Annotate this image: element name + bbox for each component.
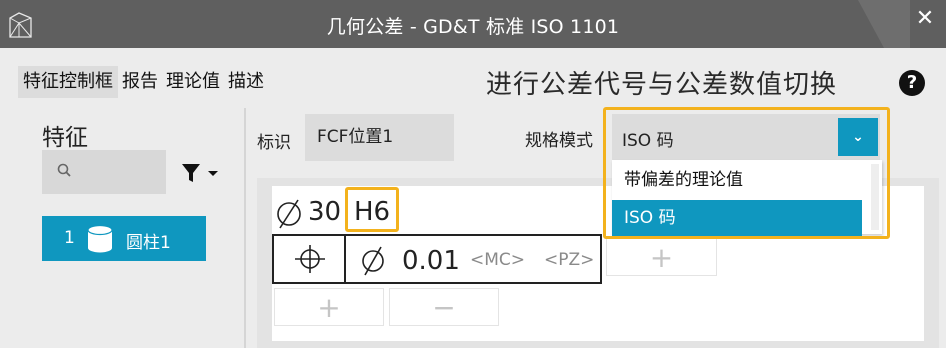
fit-code-highlight <box>345 187 399 232</box>
feature-list-item[interactable]: 1 圆柱1 <box>42 216 206 261</box>
add-segment-button[interactable]: + <box>606 238 717 276</box>
main-tabs: 特征控制框 报告 理论值 描述 <box>18 66 268 98</box>
help-icon[interactable]: ? <box>899 70 925 96</box>
tolerance-value[interactable]: 0.01 <box>402 246 460 276</box>
modifier-mc[interactable]: <MC> <box>470 250 525 270</box>
tab-report[interactable]: 报告 <box>118 66 162 98</box>
dimension-value: 30 <box>308 197 342 227</box>
features-panel: 特征 1 圆柱1 <box>0 108 246 348</box>
page-heading: 进行公差代号与公差数值切换 <box>486 70 838 100</box>
title-bar-corner-decoration <box>858 0 910 48</box>
identifier-label: 标识 <box>257 133 291 153</box>
feature-search-input[interactable] <box>42 150 166 194</box>
identifier-input[interactable]: FCF位置1 <box>305 114 454 161</box>
filter-dropdown-icon[interactable] <box>182 163 222 183</box>
diameter-icon <box>362 246 384 276</box>
spec-mode-label: 规格模式 <box>525 131 593 151</box>
search-icon <box>57 163 71 177</box>
fcf-symbol-cell[interactable] <box>274 236 346 282</box>
feature-name: 圆柱1 <box>126 233 171 253</box>
tab-description[interactable]: 描述 <box>224 66 268 98</box>
title-bar: 几何公差 - GD&T 标准 ISO 1101 ✕ <box>0 0 946 48</box>
add-row-button[interactable]: + <box>274 288 384 326</box>
cylinder-icon <box>87 224 113 253</box>
remove-row-button[interactable]: − <box>389 288 499 326</box>
feature-number: 1 <box>64 228 75 248</box>
feature-control-frame[interactable]: 0.01 <MC> <PZ> <box>272 234 602 284</box>
window-title: 几何公差 - GD&T 标准 ISO 1101 <box>326 16 620 38</box>
close-button[interactable]: ✕ <box>912 6 938 32</box>
spec-mode-highlight <box>603 107 890 239</box>
features-title: 特征 <box>42 125 88 151</box>
position-symbol-icon <box>295 245 325 273</box>
tab-feature-control-frame[interactable]: 特征控制框 <box>18 66 118 98</box>
modifier-pz[interactable]: <PZ> <box>544 250 594 270</box>
diameter-icon <box>277 199 301 229</box>
tab-theoretical-values[interactable]: 理论值 <box>162 66 224 98</box>
